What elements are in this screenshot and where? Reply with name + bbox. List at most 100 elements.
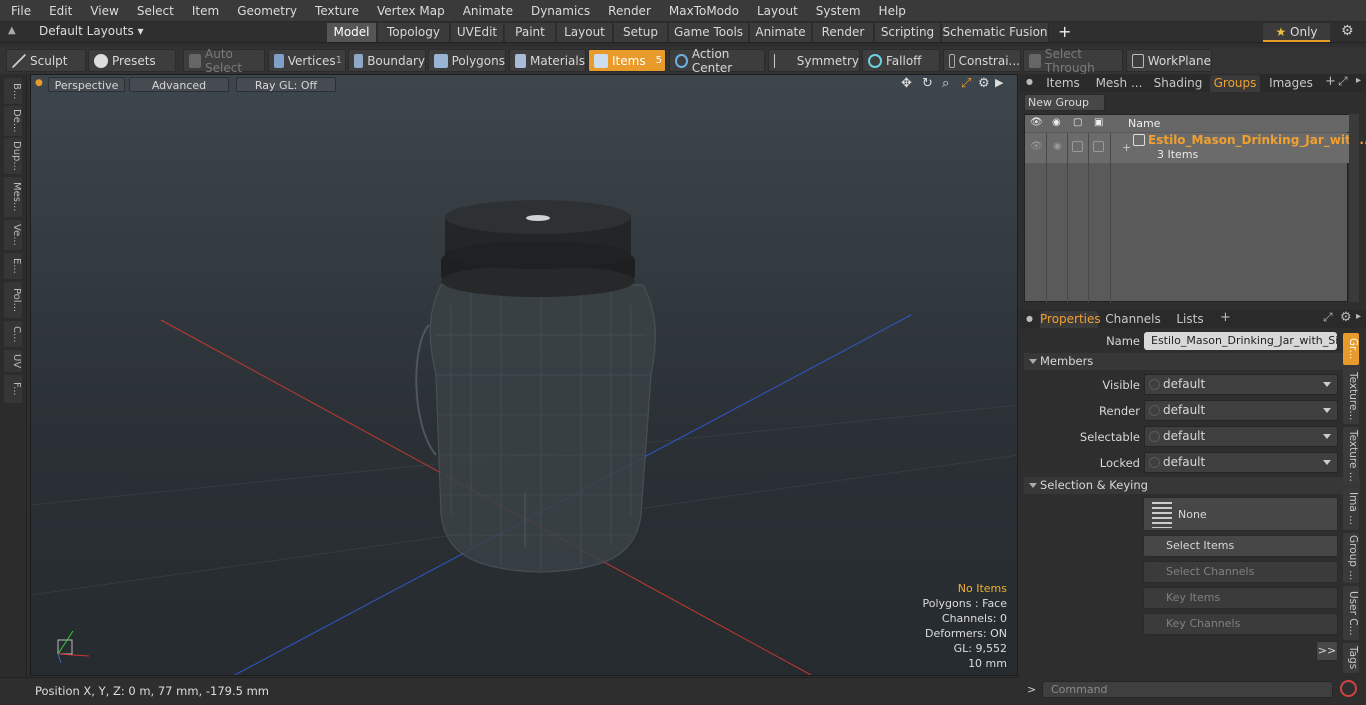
tab-model[interactable]: Model [327,23,377,42]
auto-select-button[interactable]: Auto Select [183,47,265,75]
tab-images[interactable]: Images [1264,75,1318,92]
row-visibility-icon[interactable]: 👁 [1030,141,1043,152]
panel-arrow-icon[interactable]: ▸ [1356,75,1361,86]
left-tab-edge[interactable]: E... [4,253,22,279]
select-items-button[interactable]: Select Items [1143,535,1338,557]
side-tab-group-2[interactable]: Group ... [1343,533,1359,583]
add-layout-icon[interactable]: + [1058,22,1071,41]
falloff-button[interactable]: Falloff [862,49,940,72]
menu-animate[interactable]: Animate [452,0,520,22]
menu-system[interactable]: System [805,0,868,22]
menu-texture[interactable]: Texture [304,0,366,22]
menu-help[interactable]: Help [868,0,913,22]
locked-dropdown[interactable]: default [1144,452,1338,473]
tab-uvedit[interactable]: UVEdit [451,23,504,42]
expand-row-icon[interactable]: + [1122,141,1131,154]
layout-selector[interactable]: Default Layouts ▾ [39,24,144,38]
tab-groups[interactable]: Groups [1210,75,1260,92]
menu-edit[interactable]: Edit [38,0,79,22]
tab-setup[interactable]: Setup [614,23,668,42]
tab-game-tools[interactable]: Game Tools [669,23,749,42]
tab-scripting[interactable]: Scripting [875,23,941,42]
left-tab-deform[interactable]: De... [4,106,22,136]
menu-view[interactable]: View [79,0,125,22]
tab-topology[interactable]: Topology [378,23,450,42]
tab-items[interactable]: Items [1040,75,1086,92]
tab-properties[interactable]: Properties [1040,311,1101,328]
left-tab-curve[interactable]: C... [4,321,22,347]
groups-scrollbar[interactable] [1349,114,1359,302]
expand-panel-icon[interactable]: ⤢ [1338,74,1348,89]
left-tab-basic[interactable]: B... [4,78,22,104]
menu-item[interactable]: Item [181,0,226,22]
menu-geometry[interactable]: Geometry [226,0,304,22]
key-items-button[interactable]: Key Items [1143,587,1338,609]
row-render-icon[interactable]: ◉ [1053,141,1062,152]
properties-arrow-icon[interactable]: ▸ [1356,311,1361,322]
command-input[interactable]: Command [1042,681,1333,698]
tab-layout[interactable]: Layout [557,23,613,42]
symmetry-button[interactable]: Symmetry [768,49,860,72]
tab-animate[interactable]: Animate [750,23,812,42]
menu-render[interactable]: Render [597,0,658,22]
collapse-icon[interactable]: ▲ [8,25,16,36]
row-lock-checkbox[interactable] [1093,141,1104,152]
properties-gear-icon[interactable]: ⚙ [1340,310,1352,325]
workplane-button[interactable]: WorkPlane [1126,49,1212,72]
constraints-button[interactable]: Constrai... [943,49,1021,72]
tab-schematic-fusion[interactable]: Schematic Fusion [942,23,1049,42]
menu-layout[interactable]: Layout [746,0,805,22]
3d-viewport[interactable]: ● Perspective Advanced Ray GL: Off ✥ ↻ ⌕… [30,74,1018,676]
panel-menu-icon[interactable]: ● [1026,77,1033,86]
tab-lists[interactable]: Lists [1166,311,1214,328]
add-properties-tab-icon[interactable]: + [1220,310,1231,325]
menu-vertex-map[interactable]: Vertex Map [366,0,452,22]
side-tab-user-channels[interactable]: User C... [1343,586,1359,640]
visibility-column-icon[interactable]: 👁 [1030,117,1043,128]
selectable-dropdown[interactable]: default [1144,426,1338,447]
group-row[interactable]: 👁 ◉ + Estilo_Mason_Drinking_Jar_wit ... … [1025,133,1366,163]
side-tab-group[interactable]: Gr... [1343,333,1359,365]
menu-dynamics[interactable]: Dynamics [520,0,597,22]
left-tab-fusion[interactable]: F... [4,375,22,403]
vertices-button[interactable]: Vertices 1 [268,49,346,72]
settings-gear-icon[interactable]: ⚙ [1341,23,1354,39]
tab-shading[interactable]: Shading [1151,75,1205,92]
left-tab-uv[interactable]: UV [4,350,22,372]
items-button[interactable]: Items 5 [588,49,666,72]
tab-paint[interactable]: Paint [505,23,556,42]
menu-file[interactable]: File [0,0,38,22]
action-center-button[interactable]: Action Center [669,47,765,75]
add-tab-icon[interactable]: + [1325,74,1336,89]
select-channels-button[interactable]: Select Channels [1143,561,1338,583]
render-column-icon[interactable]: ◉ [1052,117,1061,128]
visible-dropdown[interactable]: default [1144,374,1338,395]
menu-maxtomodo[interactable]: MaxToModo [658,0,746,22]
menu-select[interactable]: Select [126,0,181,22]
side-tab-texture-1[interactable]: Texture... [1343,368,1359,424]
left-tab-duplicate[interactable]: Dup... [4,138,22,174]
row-select-checkbox[interactable] [1072,141,1083,152]
left-tab-polygon[interactable]: Pol... [4,282,22,318]
new-group-button[interactable]: New Group [1024,94,1105,111]
more-button[interactable]: >> [1316,641,1338,661]
polygons-button[interactable]: Polygons [428,49,506,72]
sculpt-button[interactable]: Sculpt [6,49,86,72]
left-tab-vertex[interactable]: Ve... [4,220,22,250]
members-section-header[interactable]: Members [1024,353,1360,370]
render-dropdown[interactable]: default [1144,400,1338,421]
only-toggle[interactable]: ★ Only [1263,23,1330,42]
side-tab-image[interactable]: Ima ... [1343,488,1359,530]
key-channels-button[interactable]: Key Channels [1143,613,1338,635]
selection-keying-section-header[interactable]: Selection & Keying [1024,477,1360,494]
tab-mesh[interactable]: Mesh ... [1092,75,1146,92]
properties-menu-icon[interactable]: ● [1026,314,1033,323]
presets-button[interactable]: Presets [88,49,176,72]
select-through-button[interactable]: Select Through [1023,47,1123,75]
expand-properties-icon[interactable]: ⤢ [1323,310,1333,325]
lock-column-icon[interactable]: ▣ [1094,117,1103,128]
tab-render[interactable]: Render [813,23,874,42]
side-tab-tags[interactable]: Tags [1343,643,1359,673]
record-icon[interactable] [1340,680,1357,697]
name-input[interactable]: Estilo_Mason_Drinking_Jar_with_Sip_l [1144,332,1337,350]
